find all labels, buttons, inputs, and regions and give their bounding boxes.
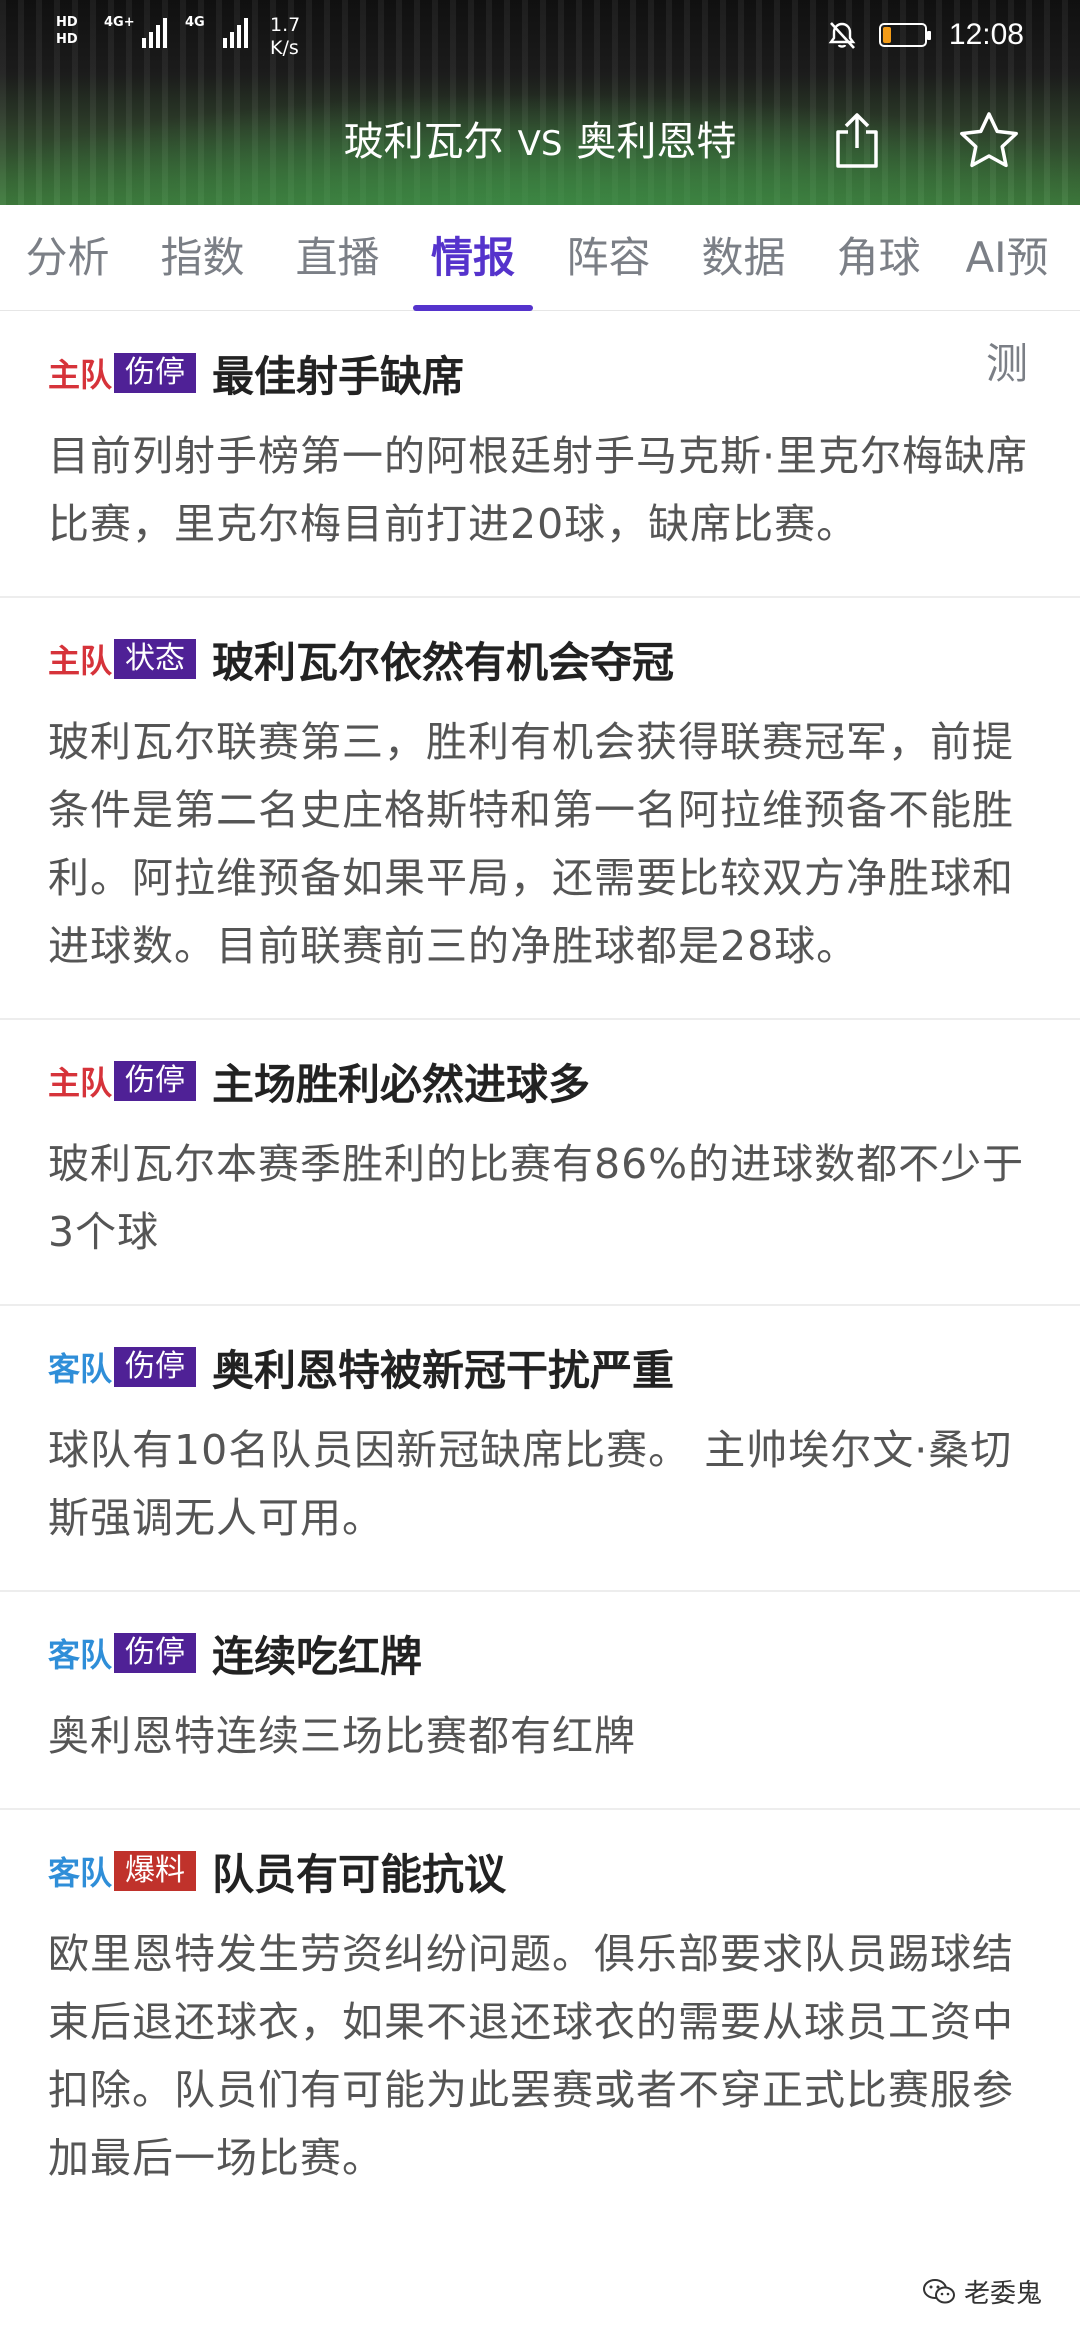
intel-body: 球队有10名队员因新冠缺席比赛。 主帅埃尔文·桑切斯强调无人可用。 xyxy=(48,1426,1013,1542)
tab-ai-prediction[interactable]: AI预测 xyxy=(946,205,1068,388)
intel-title: 奥利恩特被新冠干扰严重 xyxy=(212,1345,675,1395)
intel-item[interactable]: 主队 状态 玻利瓦尔依然有机会夺冠 玻利瓦尔联赛第三，胜利有机会获得联赛冠军，前… xyxy=(0,598,1080,1020)
tab-odds[interactable]: 指数 xyxy=(135,205,270,311)
match-header: HD HD 4G+ 4G 1.7 K/s 12:08 玻利瓦尔 VS 奥利恩特 xyxy=(0,0,1080,205)
category-tag: 伤停 xyxy=(114,1347,197,1387)
battery-icon xyxy=(878,23,931,47)
team-label: 客队 xyxy=(48,1636,113,1674)
category-tag: 伤停 xyxy=(114,1633,197,1673)
intel-item[interactable]: 主队 伤停 主场胜利必然进球多 玻利瓦尔本赛季胜利的比赛有86%的进球数都不少于… xyxy=(0,1020,1080,1306)
signal-icon-2 xyxy=(223,14,248,48)
tab-live[interactable]: 直播 xyxy=(270,205,405,311)
watermark-text: 老委鬼 xyxy=(963,2279,1042,2309)
wechat-icon xyxy=(922,2278,955,2303)
tab-stats[interactable]: 数据 xyxy=(676,205,811,311)
away-team-name: 奥利恩特 xyxy=(576,119,737,165)
battery-level xyxy=(882,27,891,43)
category-tag: 爆料 xyxy=(114,1851,197,1891)
network-speed: 1.7 K/s xyxy=(270,14,300,60)
hd-indicator: HD HD xyxy=(56,14,94,48)
intel-item[interactable]: 主队 伤停 最佳射手缺席 目前列射手榜第一的阿根廷射手马克斯·里克尔梅缺席比赛，… xyxy=(0,312,1080,598)
share-icon[interactable] xyxy=(824,108,890,174)
mute-notification-icon xyxy=(828,22,856,49)
intel-title: 主场胜利必然进球多 xyxy=(212,1059,591,1109)
intel-body: 目前列射手榜第一的阿根廷射手马克斯·里克尔梅缺席比赛，里克尔梅目前打进20球，缺… xyxy=(48,432,1029,548)
tab-lineup[interactable]: 阵容 xyxy=(541,205,676,311)
network-label-2: 4G xyxy=(185,15,205,30)
home-team-name: 玻利瓦尔 xyxy=(343,119,504,165)
tab-analysis[interactable]: 分析 xyxy=(0,205,135,311)
hd-label-2: HD xyxy=(56,32,78,47)
intel-body: 奥利恩特连续三场比赛都有红牌 xyxy=(48,1712,636,1760)
star-icon[interactable] xyxy=(956,108,1022,174)
intel-item[interactable]: 客队 伤停 奥利恩特被新冠干扰严重 球队有10名队员因新冠缺席比赛。 主帅埃尔文… xyxy=(0,1306,1080,1592)
network-label-1: 4G+ xyxy=(104,15,135,30)
team-label: 客队 xyxy=(48,1350,113,1388)
watermark: 老委鬼 xyxy=(922,2273,1042,2310)
intel-body: 欧里恩特发生劳资纠纷问题。俱乐部要求队员踢球结束后退还球衣，如果不退还球衣的需要… xyxy=(48,1930,1014,2182)
tab-bar: 分析 指数 直播 情报 阵容 数据 角球 AI预测 xyxy=(0,205,1080,388)
network-type: 4G+ xyxy=(104,14,135,31)
speed-value: 1.7 xyxy=(270,14,301,36)
intel-list: 主队 伤停 最佳射手缺席 目前列射手榜第一的阿根廷射手马克斯·里克尔梅缺席比赛，… xyxy=(0,312,1080,2230)
category-tag: 伤停 xyxy=(114,1061,197,1101)
team-label: 主队 xyxy=(48,1064,113,1102)
intel-item[interactable]: 客队 伤停 连续吃红牌 奥利恩特连续三场比赛都有红牌 xyxy=(0,1592,1080,1810)
team-label: 客队 xyxy=(48,1854,113,1892)
intel-body: 玻利瓦尔本赛季胜利的比赛有86%的进球数都不少于3个球 xyxy=(48,1140,1025,1256)
status-bar: HD HD 4G+ 4G 1.7 K/s 12:08 xyxy=(0,0,1080,72)
intel-title: 队员有可能抗议 xyxy=(212,1849,507,1899)
network-type-2: 4G xyxy=(185,14,213,31)
hd-label-1: HD xyxy=(56,15,78,30)
clock: 12:08 xyxy=(948,18,1024,51)
vs-label: VS xyxy=(517,124,563,164)
intel-title: 最佳射手缺席 xyxy=(212,351,465,401)
signal-icon xyxy=(142,14,167,48)
tab-corners[interactable]: 角球 xyxy=(811,205,946,311)
intel-item[interactable]: 客队 爆料 队员有可能抗议 欧里恩特发生劳资纠纷问题。俱乐部要求队员踢球结束后退… xyxy=(0,1810,1080,2230)
match-title: 玻利瓦尔 VS 奥利恩特 xyxy=(0,118,1080,168)
speed-unit: K/s xyxy=(270,37,299,59)
team-label: 主队 xyxy=(48,356,113,394)
intel-body: 玻利瓦尔联赛第三，胜利有机会获得联赛冠军，前提条件是第二名史庄格斯特和第一名阿拉… xyxy=(48,718,1014,970)
category-tag: 状态 xyxy=(114,639,197,679)
team-label: 主队 xyxy=(48,642,113,680)
intel-title: 连续吃红牌 xyxy=(212,1631,423,1681)
category-tag: 伤停 xyxy=(114,353,197,393)
intel-title: 玻利瓦尔依然有机会夺冠 xyxy=(212,637,675,687)
tab-intel[interactable]: 情报 xyxy=(413,205,533,311)
